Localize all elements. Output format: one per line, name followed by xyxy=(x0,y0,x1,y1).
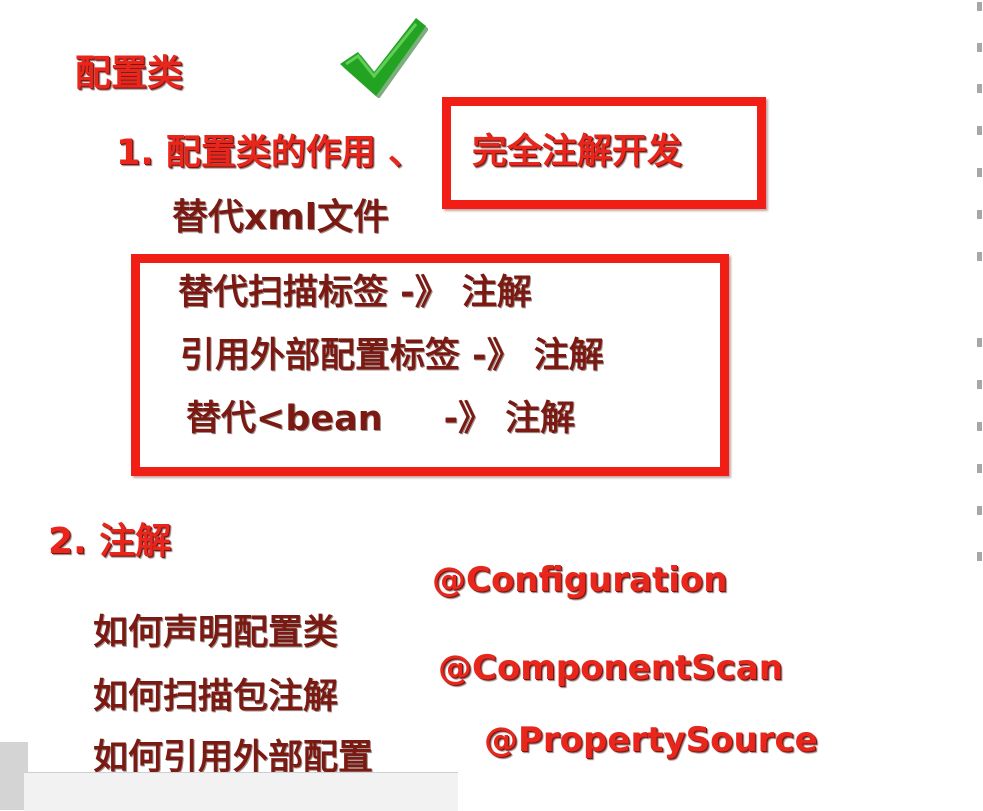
replacement-line: 替代扫描标签 -》 注解 xyxy=(178,273,532,313)
strip-mark xyxy=(977,506,982,515)
question-item: 如何声明配置类 xyxy=(93,613,339,653)
strip-mark xyxy=(977,210,982,219)
strip-mark xyxy=(977,2,982,11)
point-1-text: 1. 配置类的作用 、 xyxy=(116,133,424,173)
side-panel-strip xyxy=(950,0,983,810)
slide-canvas: 配置类 1. 配置类的作用 、 完全注解开发 替代xml文件 替代扫描标签 -》… xyxy=(0,0,983,811)
checkmark-icon xyxy=(340,18,428,98)
strip-mark xyxy=(977,84,982,93)
point-1-highlight: 完全注解开发 xyxy=(472,132,683,172)
strip-mark xyxy=(977,552,982,561)
annotation-configuration: @Configuration xyxy=(432,560,728,600)
strip-mark xyxy=(977,43,982,52)
strip-mark xyxy=(977,380,982,389)
strip-mark xyxy=(977,252,982,261)
strip-mark xyxy=(977,338,982,347)
point-2-heading: 2. 注解 xyxy=(48,521,172,562)
slide-title: 配置类 xyxy=(75,53,184,94)
question-item: 如何引用外部配置 xyxy=(93,738,374,778)
strip-mark xyxy=(977,126,982,135)
strip-mark xyxy=(977,168,982,177)
annotation-property-source: @PropertySource xyxy=(484,720,818,760)
strip-mark xyxy=(977,464,982,473)
replacement-line: 引用外部配置标签 -》 注解 xyxy=(180,336,604,376)
replace-xml-text: 替代xml文件 xyxy=(172,197,390,238)
annotation-component-scan: @ComponentScan xyxy=(438,648,783,688)
player-overlay-bar xyxy=(24,772,458,811)
question-item: 如何扫描包注解 xyxy=(93,677,339,717)
replacement-line: 替代<bean -》 注解 xyxy=(186,399,576,439)
strip-mark xyxy=(977,422,982,431)
